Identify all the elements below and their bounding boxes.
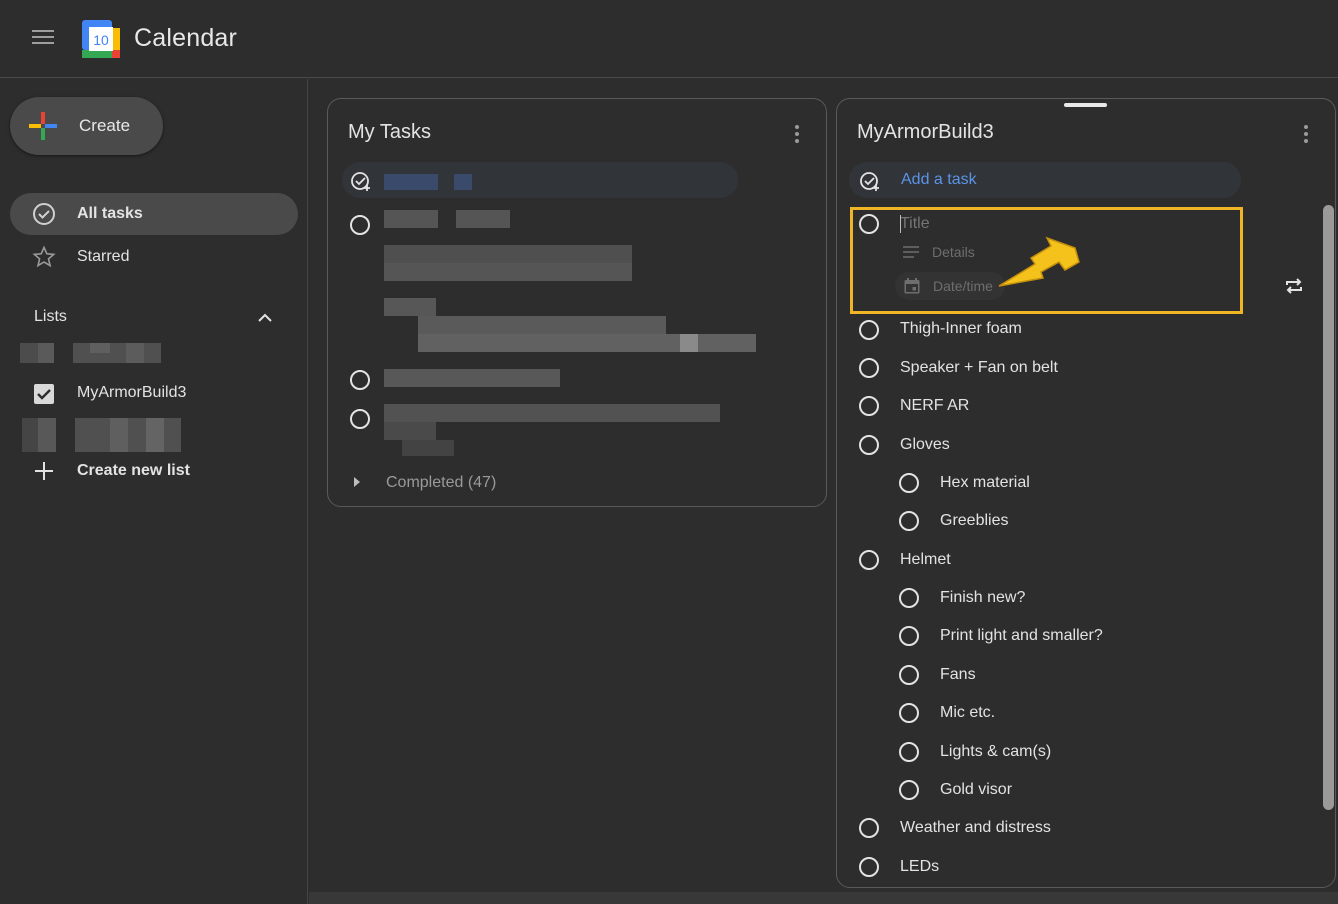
more-vert-icon[interactable] [1303,125,1309,143]
my-tasks-panel: My Tasks Completed (47) [327,98,827,507]
redacted-text [384,174,438,190]
vertical-scrollbar[interactable] [1323,205,1334,810]
create-button[interactable]: Create [10,97,163,155]
task-complete-toggle[interactable] [859,320,879,340]
main-menu-icon[interactable] [32,30,54,48]
completed-toggle[interactable]: Completed (47) [386,474,496,492]
redacted-task[interactable] [384,369,560,387]
task-title[interactable]: Greeblies [940,512,1008,530]
sidebar: Create All tasks Starred Lists MyArmorBu… [0,79,308,904]
create-label: Create [79,116,131,135]
task-complete-toggle[interactable] [899,473,919,493]
task-title[interactable]: Fans [940,666,976,684]
checkmark-icon [37,389,51,400]
task-title[interactable]: Finish new? [940,589,1025,607]
task-complete-toggle[interactable] [859,818,879,838]
expand-completed-icon[interactable] [354,477,360,487]
task-title[interactable]: Weather and distress [900,819,1051,837]
nav-all-tasks-label: All tasks [77,205,143,222]
task-title[interactable]: Mic etc. [940,704,995,722]
more-vert-icon[interactable] [794,125,800,143]
nav-starred-label: Starred [77,248,130,265]
add-task-icon [860,172,879,191]
panel-drag-handle[interactable] [1064,103,1107,107]
task-title[interactable]: Speaker + Fan on belt [900,359,1058,377]
task-complete-toggle[interactable] [859,857,879,877]
add-task-icon [351,172,370,191]
calendar-logo-icon: 10 [82,20,120,58]
task-complete-toggle[interactable] [859,435,879,455]
task-complete-toggle[interactable] [859,550,879,570]
list-label-myarmorbuild3[interactable]: MyArmorBuild3 [77,384,186,402]
app-title: Calendar [134,24,238,52]
nav-all-tasks[interactable]: All tasks [10,193,298,235]
lists-heading: Lists [34,308,67,325]
task-complete-toggle[interactable] [899,780,919,800]
redacted-text [454,174,472,190]
task-complete-toggle[interactable] [859,358,879,378]
task-complete-toggle[interactable] [899,665,919,685]
task-complete-toggle[interactable] [899,626,919,646]
nav-starred[interactable]: Starred [10,236,298,278]
bottom-scroll-area [309,892,1338,904]
task-complete-toggle[interactable] [899,588,919,608]
task-complete-toggle[interactable] [859,396,879,416]
task-title[interactable]: Hex material [940,474,1030,492]
task-complete-toggle[interactable] [350,409,370,429]
task-title[interactable]: Helmet [900,551,951,569]
app-header: 10 Calendar [0,0,1338,78]
plus-icon[interactable] [32,459,56,483]
my-tasks-title: My Tasks [348,121,431,143]
add-task-row[interactable] [342,162,738,198]
task-title[interactable]: Print light and smaller? [940,627,1103,645]
task-title[interactable]: Thigh-Inner foam [900,320,1022,338]
repeat-icon[interactable] [1284,276,1304,296]
task-title[interactable]: NERF AR [900,397,969,415]
colorful-plus-icon [29,112,57,140]
task-title[interactable]: Lights & cam(s) [940,743,1051,761]
armor-list-title: MyArmorBuild3 [857,121,994,143]
task-complete-toggle[interactable] [899,703,919,723]
task-complete-toggle[interactable] [899,511,919,531]
add-task-row[interactable]: Add a task [849,162,1241,198]
task-complete-toggle[interactable] [350,370,370,390]
list-checkbox[interactable] [34,384,54,404]
task-title[interactable]: Gold visor [940,781,1012,799]
add-task-label: Add a task [901,171,977,188]
annotation-arrow-icon [998,236,1080,287]
task-title[interactable]: LEDs [900,858,939,876]
check-circle-icon [33,203,55,225]
task-title[interactable]: Gloves [900,436,950,454]
task-complete-toggle[interactable] [899,742,919,762]
svg-text:10: 10 [93,32,109,48]
chevron-up-icon[interactable] [254,307,276,329]
task-complete-toggle[interactable] [350,215,370,235]
star-icon [32,245,56,268]
create-new-list-button[interactable]: Create new list [77,462,190,480]
